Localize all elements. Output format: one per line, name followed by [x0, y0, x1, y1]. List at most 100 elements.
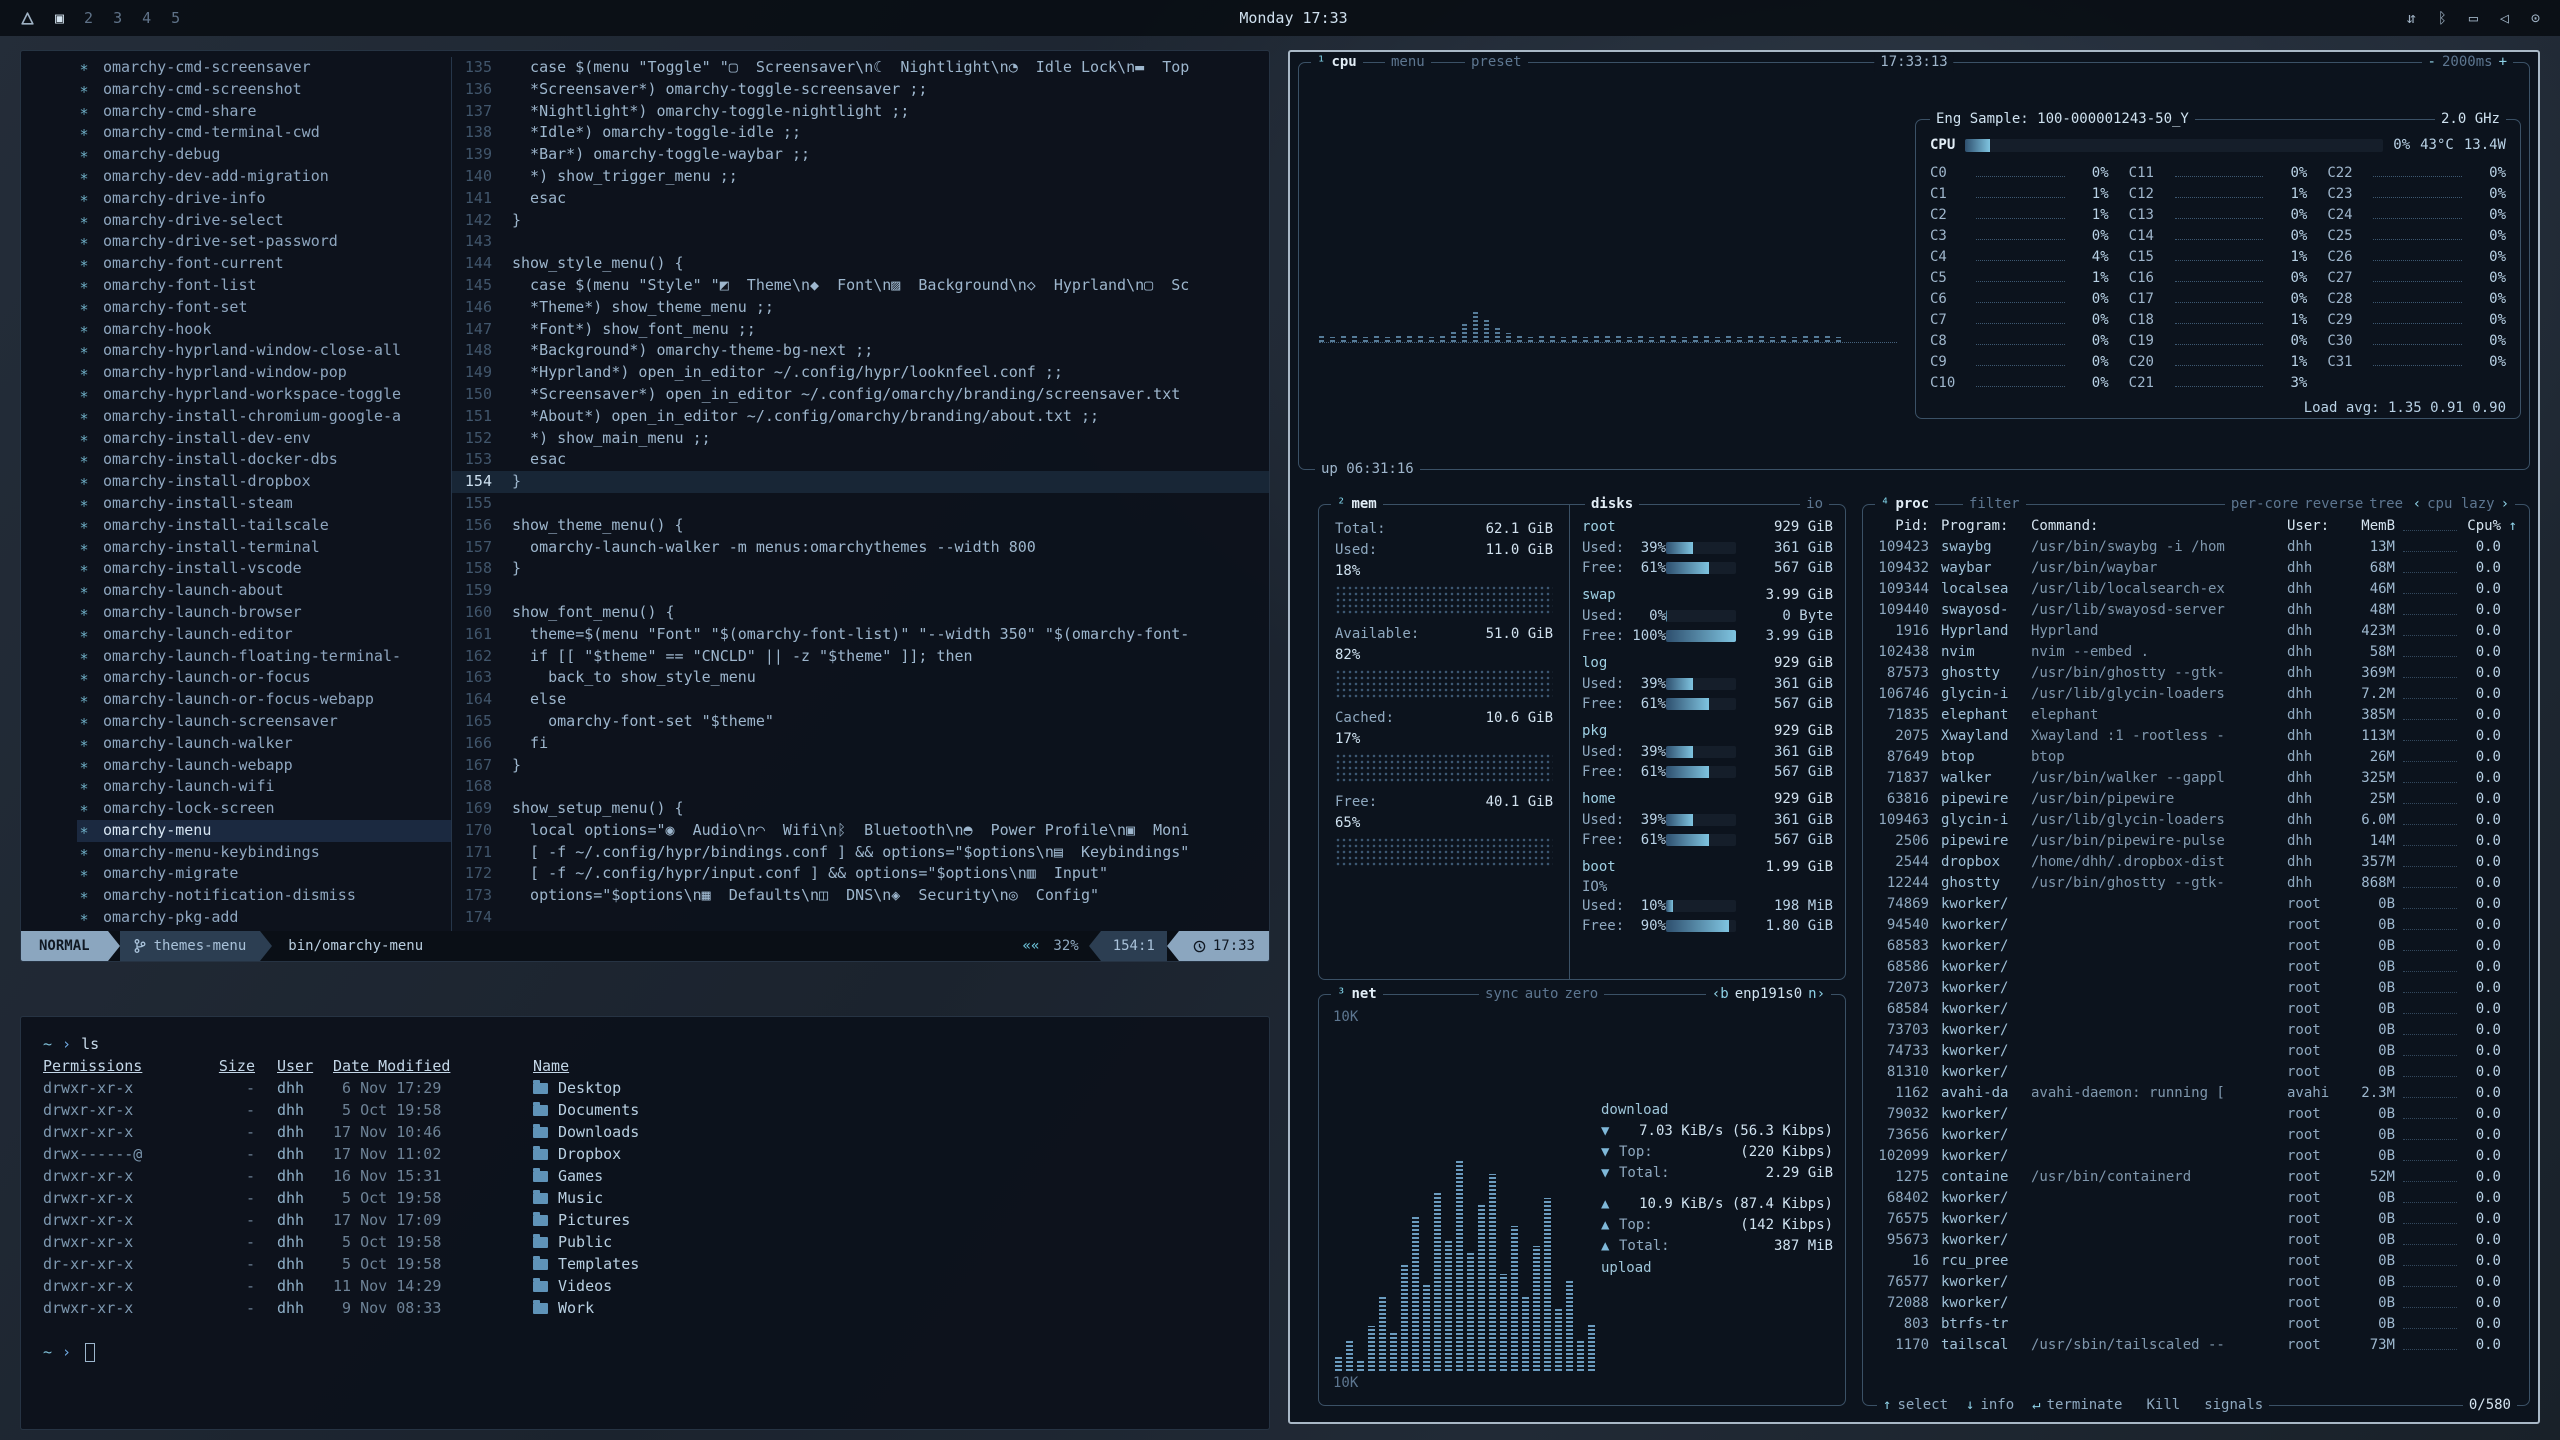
- tab-proc[interactable]: ⁴proc: [1875, 495, 1935, 514]
- omarchy-logo-icon[interactable]: [20, 11, 35, 26]
- file-item[interactable]: ∗ omarchy-install-steam: [77, 493, 451, 515]
- file-item[interactable]: ∗ omarchy-launch-about: [77, 580, 451, 602]
- file-item[interactable]: ∗ omarchy-menu-keybindings: [77, 842, 451, 864]
- process-row[interactable]: 16 rcu_pree root 0B 0.0: [1875, 1251, 2517, 1272]
- file-item[interactable]: ∗ omarchy-cmd-terminal-cwd: [77, 122, 451, 144]
- workspace-button[interactable]: 4: [142, 9, 151, 27]
- process-row[interactable]: 72073 kworker/ root 0B 0.0: [1875, 978, 2517, 999]
- header-user[interactable]: User:: [2287, 515, 2347, 537]
- sort-next-button[interactable]: ›: [2501, 495, 2509, 514]
- file-item[interactable]: ∗ omarchy-hyprland-workspace-toggle: [77, 384, 451, 406]
- header-mem[interactable]: MemB: [2347, 515, 2395, 537]
- process-row[interactable]: 68583 kworker/ root 0B 0.0: [1875, 936, 2517, 957]
- file-item[interactable]: ∗ omarchy-launch-screensaver: [77, 711, 451, 733]
- scroll-up-icon[interactable]: ↑: [2501, 515, 2517, 537]
- updates-icon[interactable]: ⇵: [2407, 9, 2416, 27]
- process-row[interactable]: 68402 kworker/ root 0B 0.0: [1875, 1188, 2517, 1209]
- interval-increase-button[interactable]: +: [2499, 53, 2507, 72]
- file-item[interactable]: ∗ omarchy-launch-walker: [77, 733, 451, 755]
- workspace-button[interactable]: 5: [171, 9, 180, 27]
- file-item[interactable]: ∗ omarchy-dev-add-migration: [77, 166, 451, 188]
- process-row[interactable]: 63816 pipewire /usr/bin/pipewire dhh 25M…: [1875, 789, 2517, 810]
- workspace-button[interactable]: ▣: [55, 9, 64, 27]
- process-row[interactable]: 102099 kworker/ root 0B 0.0: [1875, 1146, 2517, 1167]
- process-row[interactable]: 74869 kworker/ root 0B 0.0: [1875, 894, 2517, 915]
- file-item[interactable]: ∗ omarchy-cmd-screensaver: [77, 57, 451, 79]
- file-item[interactable]: ∗ omarchy-launch-floating-terminal-: [77, 646, 451, 668]
- process-row[interactable]: 1916 Hyprland Hyprland dhh 423M 0.0: [1875, 621, 2517, 642]
- net-zero-toggle[interactable]: zero: [1564, 985, 1598, 1004]
- file-item[interactable]: ∗ omarchy-install-tailscale: [77, 515, 451, 537]
- process-row[interactable]: 109463 glycin-i /usr/lib/glycin-loaders …: [1875, 810, 2517, 831]
- process-row[interactable]: 74733 kworker/ root 0B 0.0: [1875, 1041, 2517, 1062]
- file-item[interactable]: ∗ omarchy-hyprland-window-pop: [77, 362, 451, 384]
- process-row[interactable]: 68584 kworker/ root 0B 0.0: [1875, 999, 2517, 1020]
- file-item[interactable]: ∗ omarchy-install-terminal: [77, 537, 451, 559]
- process-row[interactable]: 102438 nvim nvim --embed . dhh 58M 0.0: [1875, 642, 2517, 663]
- file-item[interactable]: ∗ omarchy-install-chromium-google-a: [77, 406, 451, 428]
- process-row[interactable]: 1170 tailscal /usr/sbin/tailscaled -- ro…: [1875, 1335, 2517, 1356]
- disks-label[interactable]: disks: [1585, 495, 1639, 514]
- footer-action[interactable]: ↑ select: [1883, 1396, 1948, 1415]
- file-item[interactable]: ∗ omarchy-font-current: [77, 253, 451, 275]
- header-program[interactable]: Program:: [1941, 515, 2031, 537]
- process-row[interactable]: 803 btrfs-tr root 0B 0.0: [1875, 1314, 2517, 1335]
- file-item[interactable]: ∗ omarchy-launch-editor: [77, 624, 451, 646]
- process-row[interactable]: 72088 kworker/ root 0B 0.0: [1875, 1293, 2517, 1314]
- prompt-line[interactable]: ~›: [43, 1341, 1247, 1363]
- file-item[interactable]: ∗ omarchy-install-dropbox: [77, 471, 451, 493]
- file-item[interactable]: ∗ omarchy-launch-or-focus: [77, 667, 451, 689]
- file-item[interactable]: ∗ omarchy-debug: [77, 144, 451, 166]
- header-pid[interactable]: Pid:: [1875, 515, 1941, 537]
- file-item[interactable]: ∗ omarchy-cmd-screenshot: [77, 79, 451, 101]
- process-row[interactable]: 2544 dropbox /home/dhh/.dropbox-dist dhh…: [1875, 852, 2517, 873]
- process-row[interactable]: 68586 kworker/ root 0B 0.0: [1875, 957, 2517, 978]
- file-item[interactable]: ∗ omarchy-pkg-add: [77, 907, 451, 929]
- file-item[interactable]: ∗ omarchy-migrate: [77, 863, 451, 885]
- volume-icon[interactable]: ◁: [2500, 9, 2509, 27]
- process-row[interactable]: 87649 btop btop dhh 26M 0.0: [1875, 747, 2517, 768]
- file-item[interactable]: ∗ omarchy-drive-set-password: [77, 231, 451, 253]
- per-core-toggle[interactable]: per-core: [2231, 495, 2298, 514]
- tab-mem[interactable]: ²mem: [1331, 495, 1383, 514]
- process-row[interactable]: 12244 ghostty /usr/bin/ghostty --gtk- dh…: [1875, 873, 2517, 894]
- process-row[interactable]: 76577 kworker/ root 0B 0.0: [1875, 1272, 2517, 1293]
- footer-action[interactable]: signals: [2198, 1396, 2263, 1415]
- process-row[interactable]: 81310 kworker/ root 0B 0.0: [1875, 1062, 2517, 1083]
- file-item[interactable]: ∗ omarchy-launch-or-focus-webapp: [77, 689, 451, 711]
- process-row[interactable]: 106746 glycin-i /usr/lib/glycin-loaders …: [1875, 684, 2517, 705]
- file-item[interactable]: ∗ omarchy-launch-wifi: [77, 776, 451, 798]
- sort-selector[interactable]: ‹ cpu lazy ›: [2407, 495, 2515, 514]
- file-item[interactable]: ∗ omarchy-drive-select: [77, 210, 451, 232]
- process-row[interactable]: 73703 kworker/ root 0B 0.0: [1875, 1020, 2517, 1041]
- process-row[interactable]: 109432 waybar /usr/bin/waybar dhh 68M 0.…: [1875, 558, 2517, 579]
- process-row[interactable]: 2506 pipewire /usr/bin/pipewire-pulse dh…: [1875, 831, 2517, 852]
- workspace-button[interactable]: 2: [84, 9, 93, 27]
- process-row[interactable]: 1275 containe /usr/bin/containerd root 5…: [1875, 1167, 2517, 1188]
- process-row[interactable]: 94540 kworker/ root 0B 0.0: [1875, 915, 2517, 936]
- process-row[interactable]: 71835 elephant elephant dhh 385M 0.0: [1875, 705, 2517, 726]
- net-sync-toggle[interactable]: sync: [1485, 985, 1519, 1004]
- file-item[interactable]: ∗ omarchy-cmd-share: [77, 101, 451, 123]
- process-row[interactable]: 109423 swaybg /usr/bin/swaybg -i /hom dh…: [1875, 537, 2517, 558]
- io-mode-toggle[interactable]: io: [1800, 495, 1829, 514]
- file-item[interactable]: ∗ omarchy-install-docker-dbs: [77, 449, 451, 471]
- file-item[interactable]: ∗ omarchy-lock-screen: [77, 798, 451, 820]
- tab-cpu[interactable]: ¹cpu: [1311, 53, 1363, 72]
- process-row[interactable]: 73656 kworker/ root 0B 0.0: [1875, 1125, 2517, 1146]
- interval-decrease-button[interactable]: -: [2428, 53, 2436, 72]
- display-icon[interactable]: ▭: [2469, 9, 2478, 27]
- process-row[interactable]: 1162 avahi-da avahi-daemon: running [ av…: [1875, 1083, 2517, 1104]
- sort-prev-button[interactable]: ‹: [2413, 495, 2421, 514]
- process-row[interactable]: 71837 walker /usr/bin/walker --gappl dhh…: [1875, 768, 2517, 789]
- header-cpu[interactable]: Cpu%: [2465, 515, 2501, 537]
- file-item[interactable]: ∗ omarchy-notification-dismiss: [77, 885, 451, 907]
- process-row[interactable]: 76575 kworker/ root 0B 0.0: [1875, 1209, 2517, 1230]
- file-item[interactable]: ∗ omarchy-launch-browser: [77, 602, 451, 624]
- terminal-cursor[interactable]: [85, 1343, 95, 1362]
- process-row[interactable]: 109344 localsea /usr/lib/localsearch-ex …: [1875, 579, 2517, 600]
- file-item[interactable]: ∗ omarchy-drive-info: [77, 188, 451, 210]
- file-item[interactable]: ∗ omarchy-font-set: [77, 297, 451, 319]
- file-item[interactable]: ∗ omarchy-menu: [77, 820, 451, 842]
- process-row[interactable]: 79032 kworker/ root 0B 0.0: [1875, 1104, 2517, 1125]
